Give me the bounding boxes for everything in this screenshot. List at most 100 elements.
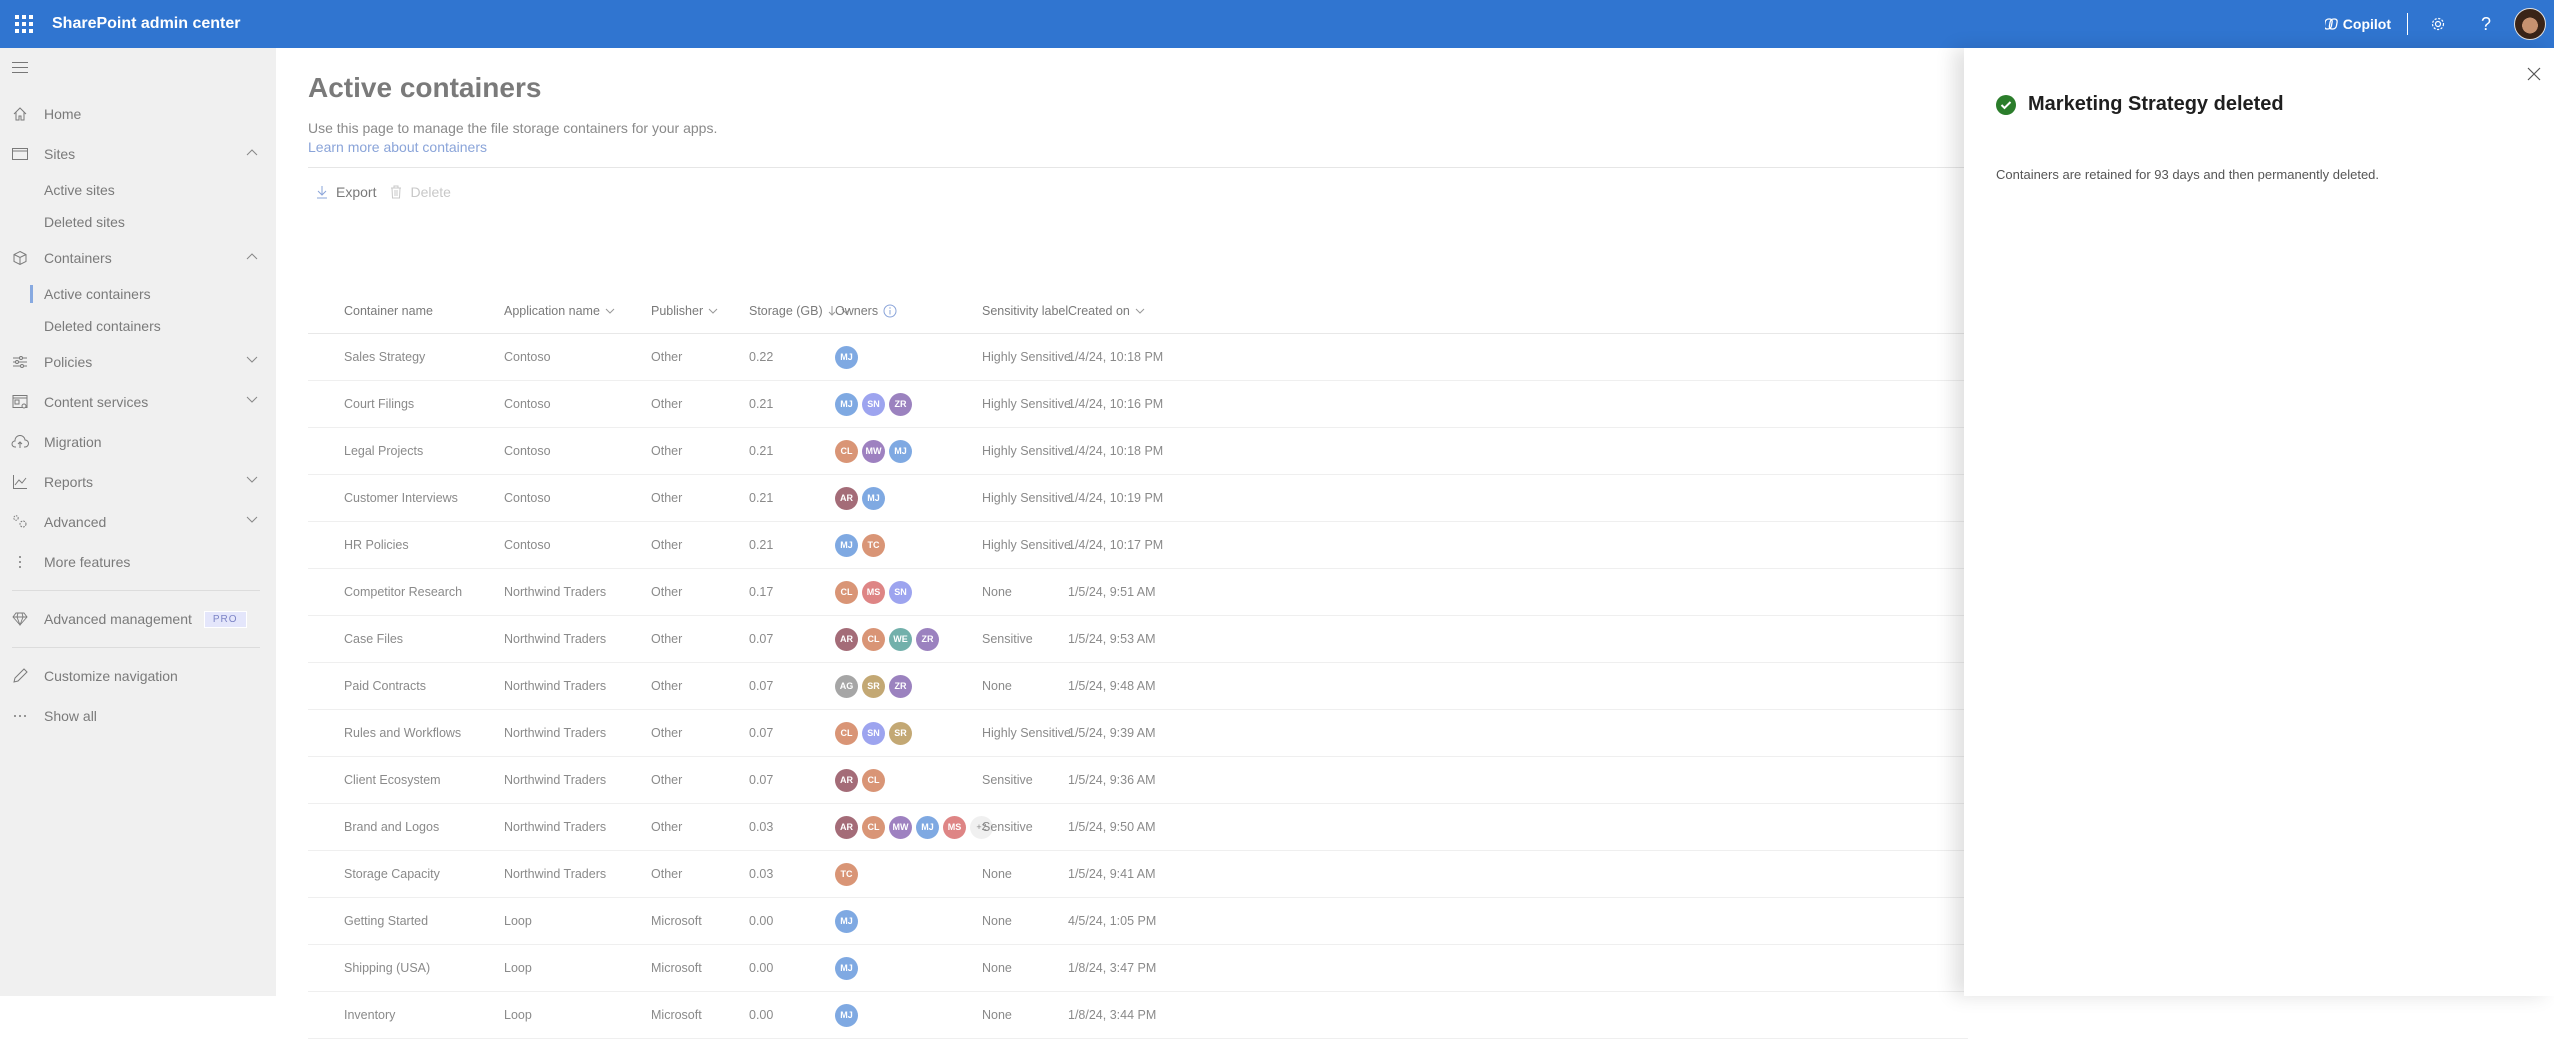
owner-avatar[interactable]: SN [862,721,885,745]
chevron-up-icon[interactable] [246,148,258,156]
chevron-down-icon[interactable] [246,476,258,484]
table-row[interactable]: Sales Strategy Contoso Other 0.22 MJ Highly S… [308,334,1968,381]
owner-avatar[interactable]: MJ [835,909,858,933]
owner-avatar[interactable]: SR [889,721,912,745]
owner-avatar[interactable]: ZR [889,392,912,416]
table-row[interactable]: Customer Interviews Contoso Other 0.21 AR MJ H… [308,475,1968,522]
owner-avatar[interactable]: ZR [916,627,939,651]
owner-avatar[interactable]: SN [862,392,885,416]
cell-container-name[interactable]: Customer Interviews [344,491,458,505]
owner-avatar[interactable]: WE [889,627,912,651]
table-row[interactable]: Case Files Northwind Traders Other 0.07 AR CL… [308,616,1968,663]
owner-avatar[interactable]: SN [889,580,912,604]
column-header-publisher[interactable]: Publisher [651,304,718,318]
sidebar-item-home[interactable]: Home [0,94,276,134]
cell-container-name[interactable]: Paid Contracts [344,679,426,693]
sidebar-item-advanced[interactable]: Advanced [0,502,276,542]
chevron-up-icon[interactable] [246,252,258,260]
chevron-down-icon[interactable] [246,356,258,364]
sidebar-item-reports[interactable]: Reports [0,462,276,502]
owner-avatar[interactable]: AR [835,815,858,839]
table-row[interactable]: Court Filings Contoso Other 0.21 MJ SN ZR Highl… [308,381,1968,428]
sidebar-item-migration[interactable]: Migration [0,422,276,462]
table-row[interactable]: Getting Started Loop Microsoft 0.00 MJ None 4/… [308,898,1968,945]
cell-container-name[interactable]: Case Files [344,632,403,646]
cell-container-name[interactable]: Inventory [344,1008,395,1022]
owner-avatar[interactable]: MJ [862,486,885,510]
owner-avatar[interactable]: AR [835,768,858,792]
owner-avatar[interactable]: MW [889,815,912,839]
column-header-application-name[interactable]: Application name [504,304,615,318]
sidebar-item-active-containers[interactable]: Active containers [0,278,276,310]
owner-avatar[interactable]: AR [835,486,858,510]
owner-avatar[interactable]: CL [862,815,885,839]
owner-avatar[interactable]: MJ [835,345,858,369]
column-header-container-name[interactable]: Container name [344,304,433,318]
app-launcher-button[interactable] [0,0,48,48]
sidebar-item-advanced-management[interactable]: Advanced management PRO [0,599,276,639]
close-panel-button[interactable] [2524,64,2544,84]
table-row[interactable]: Competitor Research Northwind Traders Othe… [308,569,1968,616]
sidebar-item-policies[interactable]: Policies [0,342,276,382]
sidebar-item-deleted-sites[interactable]: Deleted sites [0,206,276,238]
owner-avatar[interactable]: MS [862,580,885,604]
owner-avatar[interactable]: CL [862,768,885,792]
sidebar-item-containers[interactable]: Containers [0,238,276,278]
sidebar-item-deleted-containers[interactable]: Deleted containers [0,310,276,342]
owner-avatar[interactable]: AR [835,627,858,651]
owner-avatar[interactable]: MJ [835,533,858,557]
cell-container-name[interactable]: Brand and Logos [344,820,439,834]
sidebar-item-show-all[interactable]: Show all [0,696,276,736]
cell-container-name[interactable]: Getting Started [344,914,428,928]
owner-avatar[interactable]: CL [835,580,858,604]
owner-avatar[interactable]: TC [862,533,885,557]
owner-avatar[interactable]: MJ [916,815,939,839]
table-row[interactable]: Client Ecosystem Northwind Traders Other 0.… [308,757,1968,804]
owner-avatar[interactable]: SR [862,674,885,698]
owner-avatar[interactable]: AG [835,674,858,698]
sidebar-item-more-features[interactable]: More features [0,542,276,582]
cell-container-name[interactable]: HR Policies [344,538,409,552]
table-row[interactable]: Rules and Workflows Northwind Traders Othe… [308,710,1968,757]
column-header-sensitivity[interactable]: Sensitivity label [982,304,1068,318]
cell-container-name[interactable]: Court Filings [344,397,414,411]
export-button[interactable]: Export [316,184,376,200]
cell-container-name[interactable]: Legal Projects [344,444,423,458]
chevron-down-icon[interactable] [246,516,258,524]
help-button[interactable]: ? [2462,0,2510,48]
cell-container-name[interactable]: Storage Capacity [344,867,440,881]
cell-container-name[interactable]: Rules and Workflows [344,726,461,740]
info-icon[interactable] [883,304,897,318]
owner-avatar[interactable]: MJ [889,439,912,463]
cell-container-name[interactable]: Competitor Research [344,585,462,599]
owner-avatar[interactable]: MJ [835,1003,858,1027]
table-row[interactable]: Storage Capacity Northwind Traders Other 0.… [308,851,1968,898]
table-row[interactable]: Legal Projects Contoso Other 0.21 CL MW MJ High… [308,428,1968,475]
cell-container-name[interactable]: Shipping (USA) [344,961,430,975]
owner-avatar[interactable]: CL [835,721,858,745]
column-header-owners[interactable]: Owners [835,304,897,318]
owner-avatar[interactable]: CL [862,627,885,651]
sidebar-item-sites[interactable]: Sites [0,134,276,174]
cell-container-name[interactable]: Sales Strategy [344,350,425,364]
owner-avatar[interactable]: TC [835,862,858,886]
table-row[interactable]: Paid Contracts Northwind Traders Other 0.07… [308,663,1968,710]
chevron-down-icon[interactable] [246,396,258,404]
copilot-button[interactable]: Copilot [2315,16,2401,32]
cell-container-name[interactable]: Client Ecosystem [344,773,441,787]
owner-avatar[interactable]: MJ [835,392,858,416]
table-row[interactable]: Inventory Loop Microsoft 0.00 MJ None 1/8/24, … [308,992,1968,1039]
settings-button[interactable] [2414,0,2462,48]
owner-avatar[interactable]: MJ [835,956,858,980]
app-title[interactable]: SharePoint admin center [52,15,241,33]
sidebar-item-active-sites[interactable]: Active sites [0,174,276,206]
sidebar-item-customize-navigation[interactable]: Customize navigation [0,656,276,696]
column-header-created-on[interactable]: Created on [1068,304,1145,318]
delete-button[interactable]: Delete [390,184,451,200]
owner-avatar[interactable]: MS [943,815,966,839]
learn-more-link[interactable]: Learn more about containers [308,139,487,155]
owner-avatar[interactable]: CL [835,439,858,463]
owner-avatar[interactable]: MW [862,439,885,463]
table-row[interactable]: HR Policies Contoso Other 0.21 MJ TC Highly Se… [308,522,1968,569]
sidebar-item-content-services[interactable]: Content services [0,382,276,422]
